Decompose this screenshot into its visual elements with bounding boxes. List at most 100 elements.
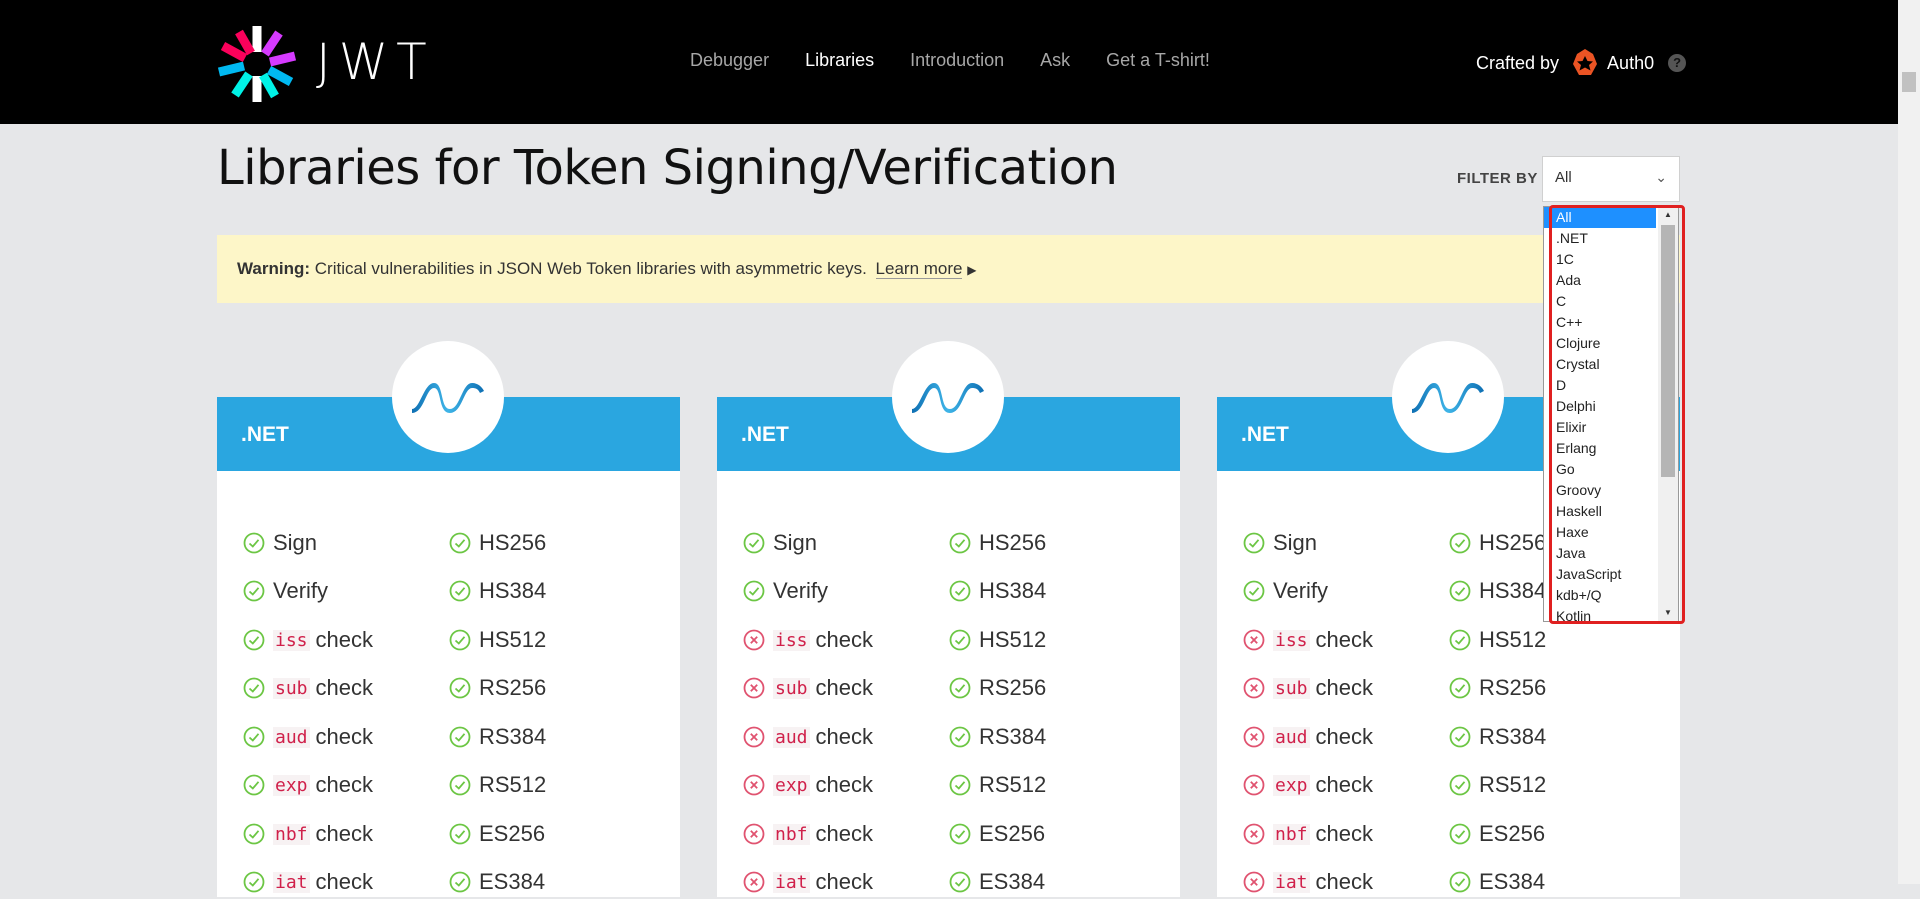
filter-option[interactable]: Erlang: [1544, 438, 1656, 459]
algorithm-item: HS256: [449, 530, 546, 556]
check-circle-icon: [449, 726, 471, 748]
filter-option[interactable]: Ada: [1544, 270, 1656, 291]
x-circle-icon: [1243, 774, 1265, 796]
check-circle-icon: [243, 871, 265, 893]
check-circle-icon: [243, 580, 265, 602]
nav-tshirt[interactable]: Get a T-shirt!: [1106, 50, 1210, 71]
card-language: .NET: [1241, 423, 1289, 446]
nav-libraries[interactable]: Libraries: [805, 50, 874, 71]
filter-option[interactable]: Kotlin: [1544, 606, 1656, 621]
filter-option[interactable]: C++: [1544, 312, 1656, 333]
x-circle-icon: [1243, 823, 1265, 845]
algorithm-label: RS384: [979, 724, 1047, 749]
help-icon[interactable]: ?: [1668, 54, 1687, 72]
filter-option[interactable]: kdb+/Q: [1544, 585, 1656, 606]
nav-debugger[interactable]: Debugger: [690, 50, 769, 71]
filter-option[interactable]: Haxe: [1544, 522, 1656, 543]
filter-option[interactable]: D: [1544, 375, 1656, 396]
dropdown-scrollbar[interactable]: ▲ ▼: [1658, 207, 1678, 621]
algorithm-label: RS256: [1479, 675, 1547, 700]
window-scroll-thumb[interactable]: [1902, 72, 1916, 92]
feature-label: check: [1315, 772, 1373, 797]
x-circle-icon: [1243, 677, 1265, 699]
dotnet-logo-icon: [392, 341, 504, 453]
filter-option[interactable]: .NET: [1544, 228, 1656, 249]
algorithm-item: RS512: [449, 772, 546, 798]
algorithm-item: RS512: [949, 772, 1046, 798]
claim-code: iat: [773, 871, 810, 893]
window-scrollbar[interactable]: [1898, 0, 1920, 884]
algorithm-item: RS384: [449, 724, 546, 750]
algorithm-label: HS384: [479, 578, 547, 603]
feature-label: check: [315, 869, 373, 894]
crafted-by[interactable]: Crafted by Auth0 ?: [1476, 48, 1687, 78]
nav-ask[interactable]: Ask: [1040, 50, 1070, 71]
jwt-logo-icon[interactable]: [217, 24, 297, 104]
algorithm-item: RS256: [1449, 675, 1546, 701]
filter-option[interactable]: Clojure: [1544, 333, 1656, 354]
feature-item: exp check: [1243, 772, 1373, 798]
filter-option[interactable]: 1C: [1544, 249, 1656, 270]
filter-option[interactable]: Haskell: [1544, 501, 1656, 522]
feature-label: Sign: [273, 530, 318, 555]
filter-option[interactable]: Elixir: [1544, 417, 1656, 438]
filter-option[interactable]: Delphi: [1544, 396, 1656, 417]
check-circle-icon: [949, 871, 971, 893]
check-circle-icon: [449, 823, 471, 845]
filter-dropdown-list[interactable]: All .NET 1C Ada C C++ Clojure Crystal D Delphi Eli…: [1543, 206, 1679, 622]
check-circle-icon: [949, 677, 971, 699]
nav-introduction[interactable]: Introduction: [910, 50, 1004, 71]
algorithm-label: HS256: [1479, 530, 1547, 555]
algorithm-label: HS512: [1479, 627, 1547, 652]
learn-more-link[interactable]: Learn more: [875, 259, 963, 279]
library-card: .NET Sign Verify iss check sub check aud check ex…: [217, 341, 680, 897]
warning-label: Warning:: [237, 259, 311, 278]
claim-code: sub: [1273, 677, 1310, 699]
check-circle-icon: [1449, 871, 1471, 893]
algorithm-item: HS512: [949, 627, 1046, 653]
card-language: .NET: [241, 423, 289, 446]
auth0-shield-icon: [1573, 49, 1598, 75]
algorithm-item: ES384: [949, 869, 1045, 895]
check-circle-icon: [449, 677, 471, 699]
filter-option[interactable]: Java: [1544, 543, 1656, 564]
algorithm-item: RS384: [1449, 724, 1546, 750]
site-header: JWT Debugger Libraries Introduction Ask …: [0, 0, 1898, 124]
filter-option[interactable]: JavaScript: [1544, 564, 1656, 585]
feature-label: check: [815, 627, 873, 652]
filter-option[interactable]: Go: [1544, 459, 1656, 480]
dropdown-scroll-thumb[interactable]: [1661, 225, 1675, 477]
claim-code: iss: [1273, 629, 1310, 651]
feature-item: iss check: [243, 627, 373, 653]
scroll-down-icon[interactable]: ▼: [1658, 605, 1678, 621]
filter-option[interactable]: Groovy: [1544, 480, 1656, 501]
check-circle-icon: [1449, 774, 1471, 796]
check-circle-icon: [1449, 580, 1471, 602]
feature-item: aud check: [243, 724, 373, 750]
feature-label: check: [315, 627, 373, 652]
algorithm-label: RS512: [479, 772, 547, 797]
filter-select[interactable]: All ⌄: [1542, 156, 1680, 202]
crafted-label: Crafted by: [1476, 52, 1560, 73]
x-circle-icon: [1243, 726, 1265, 748]
algorithm-label: RS256: [479, 675, 547, 700]
algorithm-item: HS256: [1449, 530, 1546, 556]
feature-item: nbf check: [243, 821, 373, 847]
check-circle-icon: [743, 532, 765, 554]
feature-item: Verify: [743, 578, 828, 604]
claim-code: iss: [773, 629, 810, 651]
feature-item: Verify: [1243, 578, 1328, 604]
filter-option[interactable]: C: [1544, 291, 1656, 312]
filter-option[interactable]: Crystal: [1544, 354, 1656, 375]
chevron-down-icon: ⌄: [1655, 169, 1667, 185]
algorithm-item: RS512: [1449, 772, 1546, 798]
filter-option[interactable]: All: [1544, 207, 1656, 228]
feature-label: check: [815, 772, 873, 797]
scroll-up-icon[interactable]: ▲: [1658, 207, 1678, 223]
dotnet-logo-icon: [892, 341, 1004, 453]
feature-item: nbf check: [743, 821, 873, 847]
algorithm-item: RS256: [949, 675, 1046, 701]
card-language: .NET: [741, 423, 789, 446]
brand-wordmark[interactable]: JWT: [316, 30, 435, 94]
x-circle-icon: [743, 774, 765, 796]
